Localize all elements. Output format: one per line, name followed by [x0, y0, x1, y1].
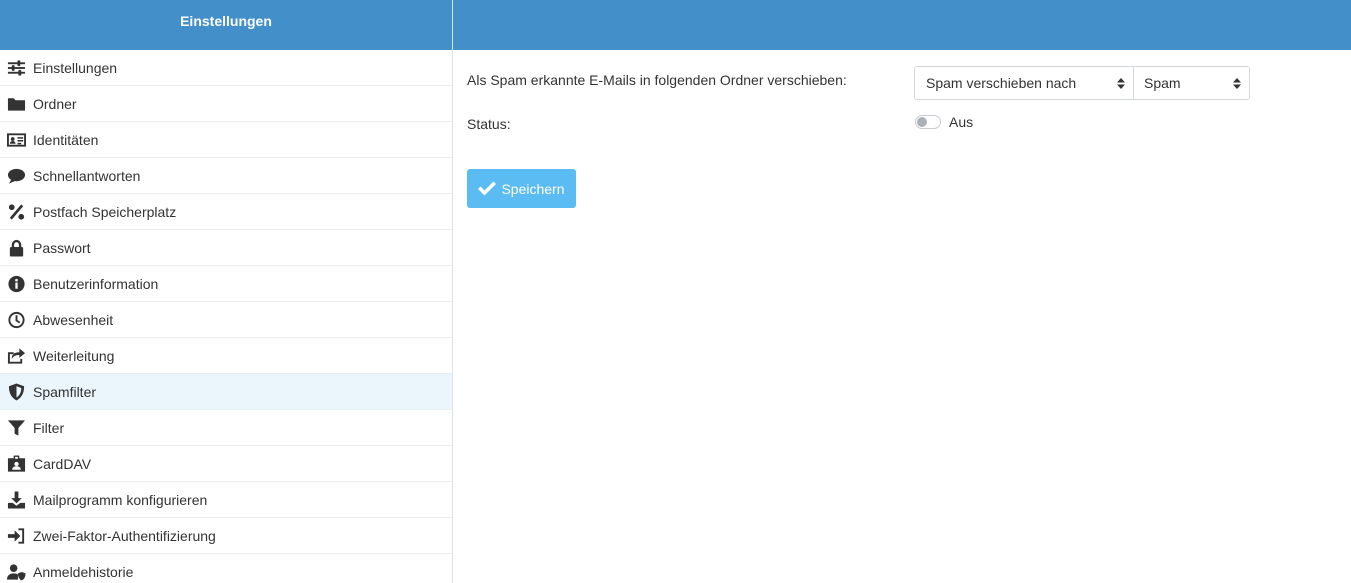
spam-action-select-group: Spam verschieben nach Spam: [914, 66, 1250, 100]
sidebar-item-schnellantworten[interactable]: Schnellantworten: [0, 158, 452, 194]
sidebar-item-postfach-speicherplatz[interactable]: Postfach Speicherplatz: [0, 194, 452, 230]
lock-icon: [6, 239, 26, 257]
save-button-label: Speichern: [501, 180, 565, 197]
sort-caret-icon: [1117, 77, 1125, 89]
toggle-knob: [917, 117, 927, 127]
info-icon: [6, 275, 26, 293]
content-header-bar: [453, 0, 1351, 50]
sidebar-item-label: Identitäten: [33, 131, 99, 148]
sidebar-item-label: Mailprogramm konfigurieren: [33, 491, 208, 508]
spamfilter-settings-form: Als Spam erkannte E-Mails in folgenden O…: [467, 50, 1351, 583]
filter-icon: [6, 419, 26, 437]
status-toggle-group: Aus: [915, 114, 973, 130]
sidebar-item-zwei-faktor-authentifizierung[interactable]: Zwei-Faktor-Authentifizierung: [0, 518, 452, 554]
sidebar-item-passwort[interactable]: Passwort: [0, 230, 452, 266]
id-card-icon: [6, 131, 26, 149]
sidebar-item-abwesenheit[interactable]: Abwesenheit: [0, 302, 452, 338]
spam-folder-select-value: Spam: [1144, 75, 1181, 91]
sidebar-item-label: Ordner: [33, 95, 77, 112]
spam-folder-select[interactable]: Spam: [1134, 67, 1249, 99]
clock-icon: [6, 311, 26, 329]
sidebar-item-label: Postfach Speicherplatz: [33, 203, 177, 220]
sidebar-item-label: Schnellantworten: [33, 167, 141, 184]
sidebar-item-benutzerinformation[interactable]: Benutzerinformation: [0, 266, 452, 302]
sidebar-item-label: Filter: [33, 419, 65, 436]
contact-badge-icon: [6, 454, 26, 473]
percent-icon: [6, 203, 26, 221]
spam-action-select[interactable]: Spam verschieben nach: [915, 67, 1134, 99]
save-button[interactable]: Speichern: [467, 169, 576, 208]
comment-icon: [6, 167, 26, 185]
sidebar-item-label: Spamfilter: [33, 383, 97, 400]
sort-caret-icon: [1233, 77, 1241, 89]
sidebar-item-label: Einstellungen: [33, 59, 118, 76]
sign-in-icon: [6, 527, 26, 545]
status-value: Aus: [949, 114, 974, 130]
folder-icon: [6, 95, 26, 113]
sidebar-item-label: Weiterleitung: [33, 347, 115, 364]
user-shield-icon: [6, 563, 26, 581]
sidebar-item-spamfilter[interactable]: Spamfilter: [0, 374, 452, 410]
sidebar-item-label: Abwesenheit: [33, 311, 114, 328]
spam-action-select-value: Spam verschieben nach: [926, 75, 1077, 91]
sidebar-item-einstellungen[interactable]: Einstellungen: [0, 50, 452, 86]
sidebar-item-anmeldehistorie[interactable]: Anmeldehistorie: [0, 554, 452, 583]
sidebar-item-carddav[interactable]: CardDAV: [0, 446, 452, 482]
sidebar-item-ordner[interactable]: Ordner: [0, 86, 452, 122]
sidebar-item-mailprogramm-konfigurieren[interactable]: Mailprogramm konfigurieren: [0, 482, 452, 518]
download-icon: [6, 490, 26, 509]
settings-sidebar: Einstellungen Einstellungen Ordner Ident…: [0, 0, 453, 583]
status-toggle[interactable]: [915, 115, 941, 129]
settings-menu: Einstellungen Ordner Identitäten Schnell…: [0, 50, 452, 583]
sidebar-item-identitaeten[interactable]: Identitäten: [0, 122, 452, 158]
sidebar-title: Einstellungen: [0, 0, 452, 50]
spam-folder-label: Als Spam erkannte E-Mails in folgenden O…: [467, 72, 847, 88]
sliders-icon: [6, 59, 26, 77]
sidebar-item-label: Passwort: [33, 239, 91, 256]
shield-icon: [6, 382, 26, 401]
share-icon: [6, 347, 26, 365]
check-icon: [478, 181, 497, 196]
sidebar-item-label: Zwei-Faktor-Authentifizierung: [33, 527, 216, 544]
sidebar-item-label: Anmeldehistorie: [33, 563, 134, 580]
sidebar-item-label: CardDAV: [33, 455, 92, 472]
sidebar-item-label: Benutzerinformation: [33, 275, 159, 292]
status-label: Status:: [467, 116, 511, 132]
sidebar-item-filter[interactable]: Filter: [0, 410, 452, 446]
sidebar-item-weiterleitung[interactable]: Weiterleitung: [0, 338, 452, 374]
